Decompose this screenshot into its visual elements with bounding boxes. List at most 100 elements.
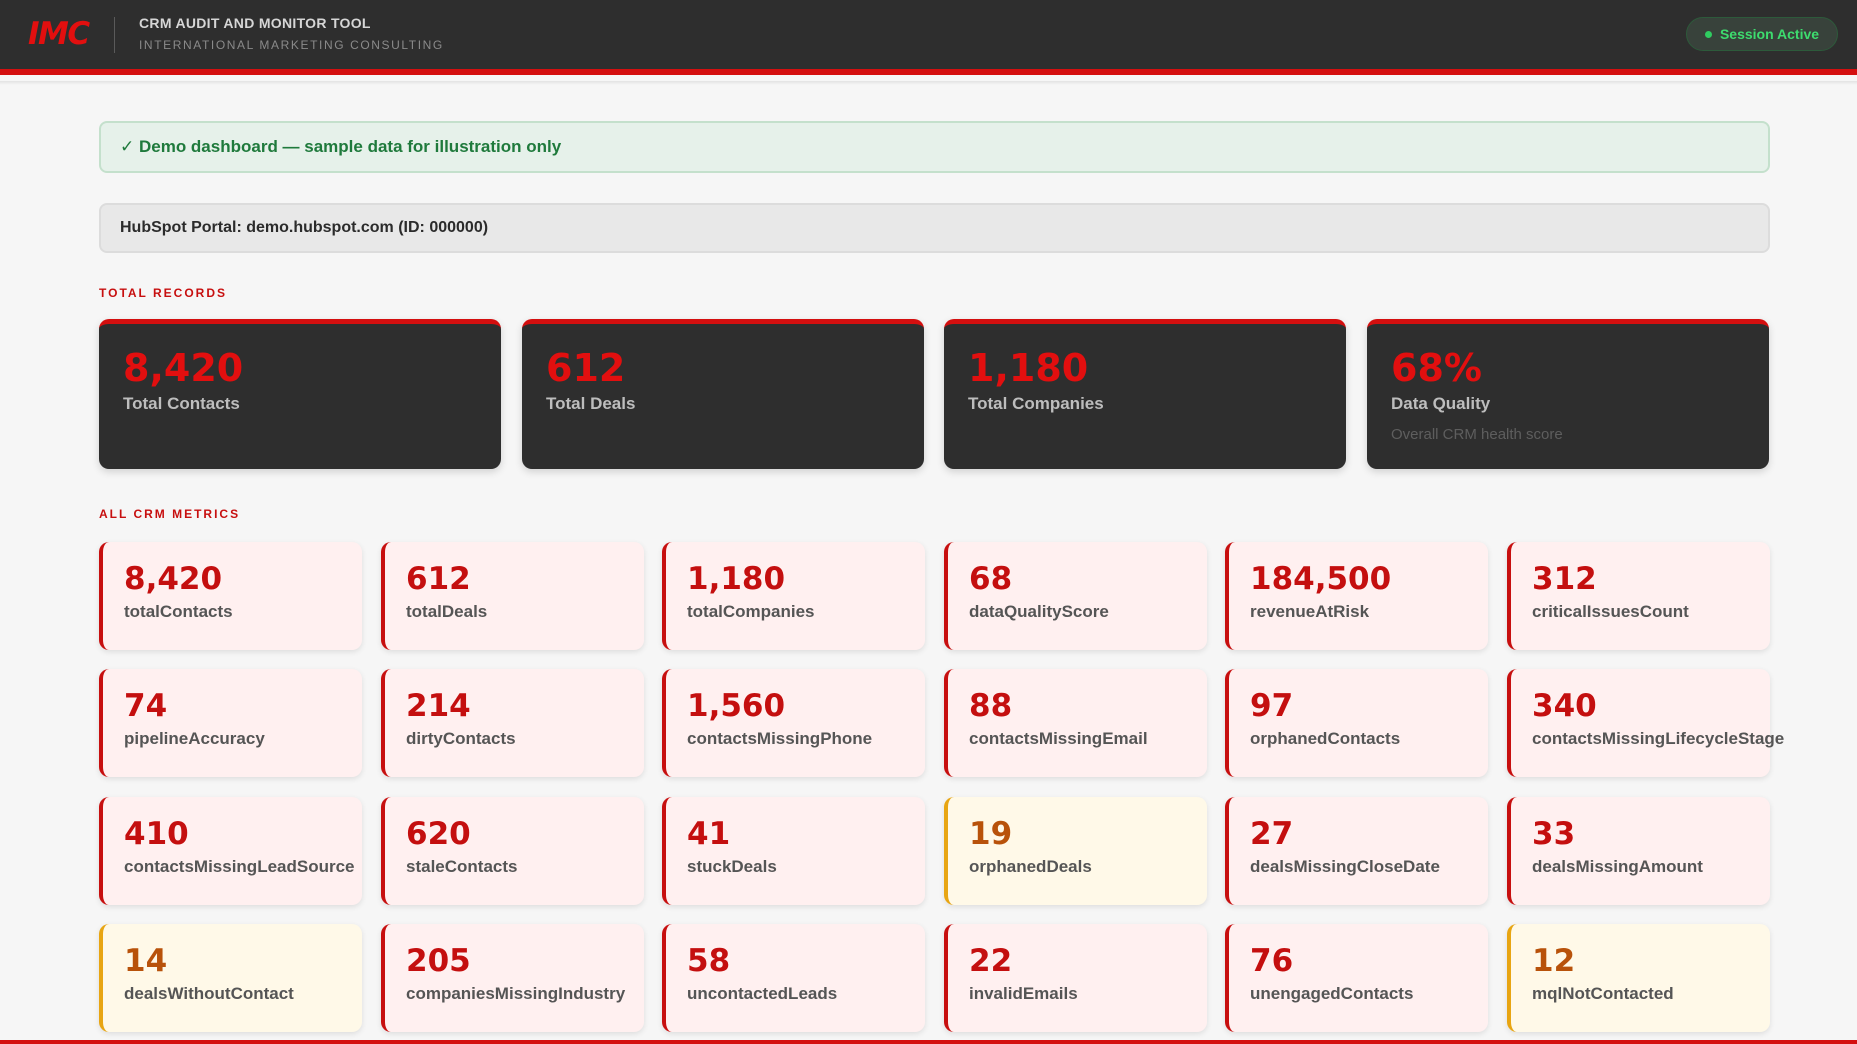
metric-label: pipelineAccuracy <box>124 729 265 748</box>
metric-label: companiesMissingIndustry <box>406 984 626 1003</box>
metric-card-dealsMissingAmount: 33 dealsMissingAmount <box>1507 797 1770 905</box>
metric-value: 76 <box>1250 943 1294 979</box>
metric-card-contactsMissingEmail: 88 contactsMissingEmail <box>944 669 1207 777</box>
metric-label: stuckDeals <box>687 857 777 876</box>
section-title-all-metrics: ALL CRM METRICS <box>99 507 241 521</box>
metric-label: contactsMissingLeadSource <box>124 857 355 876</box>
metric-card-mqlNotContacted: 12 mqlNotContacted <box>1507 924 1770 1032</box>
metric-value: 184,500 <box>1250 561 1392 597</box>
metric-card-criticalIssuesCount: 312 criticalIssuesCount <box>1507 542 1770 650</box>
summary-subtext: Overall CRM health score <box>1391 426 1563 443</box>
metric-card-orphanedDeals: 19 orphanedDeals <box>944 797 1207 905</box>
metric-value: 27 <box>1250 816 1294 852</box>
app-subtitle: INTERNATIONAL MARKETING CONSULTING <box>139 38 444 52</box>
metric-label: unengagedContacts <box>1250 984 1414 1003</box>
metric-label: mqlNotContacted <box>1532 984 1674 1003</box>
metric-label: criticalIssuesCount <box>1532 602 1689 621</box>
metric-value: 1,180 <box>687 561 786 597</box>
portal-label: HubSpot Portal: <box>120 219 247 236</box>
metric-value: 214 <box>406 688 471 724</box>
metric-card-uncontactedLeads: 58 uncontactedLeads <box>662 924 925 1032</box>
metric-label: dataQualityScore <box>969 602 1109 621</box>
metric-card-orphanedContacts: 97 orphanedContacts <box>1225 669 1488 777</box>
metric-card-dirtyContacts: 214 dirtyContacts <box>381 669 644 777</box>
metric-label: orphanedContacts <box>1250 729 1401 748</box>
metric-value: 12 <box>1532 943 1576 979</box>
metric-card-totalCompanies: 1,180 totalCompanies <box>662 542 925 650</box>
metric-label: uncontactedLeads <box>687 984 838 1003</box>
metric-value: 68 <box>969 561 1013 597</box>
metric-value: 620 <box>406 816 471 852</box>
metric-value: 19 <box>969 816 1013 852</box>
session-status-label: Session Active <box>1719 26 1820 42</box>
metric-label: totalContacts <box>124 602 233 621</box>
metric-value: 41 <box>687 816 731 852</box>
metric-label: totalDeals <box>406 602 488 621</box>
metric-label: invalidEmails <box>969 984 1078 1003</box>
summary-label: Total Companies <box>968 394 1104 413</box>
metric-label: dealsMissingAmount <box>1532 857 1703 876</box>
metric-value: 97 <box>1250 688 1294 724</box>
metric-value: 74 <box>124 688 168 724</box>
imc-logo: IMC <box>28 16 90 52</box>
metric-label: orphanedDeals <box>969 857 1092 876</box>
metric-value: 340 <box>1532 688 1597 724</box>
metric-card-contactsMissingLifecycleStage: 340 contactsMissingLifecycleStage <box>1507 669 1785 777</box>
portal-id: (ID: 000000) <box>393 219 489 236</box>
metric-card-totalDeals: 612 totalDeals <box>381 542 644 650</box>
top-bar: IMC CRM AUDIT AND MONITOR TOOL INTERNATI… <box>0 0 1857 75</box>
metric-card-totalContacts: 8,420 totalContacts <box>99 542 362 650</box>
metric-value: 8,420 <box>124 561 223 597</box>
session-status-badge: Session Active <box>1686 17 1838 51</box>
metric-value: 1,560 <box>687 688 786 724</box>
metric-value: 14 <box>124 943 168 979</box>
demo-notice-banner: ✓ Demo dashboard — sample data for illus… <box>99 121 1770 173</box>
summary-value: 1,180 <box>968 346 1089 390</box>
summary-card-contacts: 8,420 Total Contacts <box>99 319 501 469</box>
header-divider <box>114 17 115 53</box>
metric-label: staleContacts <box>406 857 518 876</box>
status-dot-icon <box>1704 30 1712 38</box>
summary-value: 612 <box>546 346 626 390</box>
summary-card-data-quality: 68% Data Quality Overall CRM health scor… <box>1367 319 1769 469</box>
metric-value: 88 <box>969 688 1013 724</box>
metric-card-dataQualityScore: 68 dataQualityScore <box>944 542 1207 650</box>
metric-label: dealsMissingCloseDate <box>1250 857 1440 876</box>
header-shadow <box>0 81 1857 85</box>
app-title: CRM AUDIT AND MONITOR TOOL <box>139 15 371 31</box>
metric-value: 22 <box>969 943 1013 979</box>
metric-label: contactsMissingPhone <box>687 729 873 748</box>
summary-label: Total Contacts <box>123 394 240 413</box>
summary-value: 68% <box>1391 346 1482 390</box>
metric-label: dirtyContacts <box>406 729 516 748</box>
summary-card-companies: 1,180 Total Companies <box>944 319 1346 469</box>
metric-card-dealsWithoutContact: 14 dealsWithoutContact <box>99 924 362 1032</box>
metric-card-companiesMissingIndustry: 205 companiesMissingIndustry <box>381 924 644 1032</box>
metric-label: contactsMissingEmail <box>969 729 1148 748</box>
bottom-accent-bar <box>0 1040 1857 1044</box>
metric-card-staleContacts: 620 staleContacts <box>381 797 644 905</box>
metric-card-stuckDeals: 41 stuckDeals <box>662 797 925 905</box>
section-title-total-records: TOTAL RECORDS <box>99 286 228 300</box>
metric-value: 410 <box>124 816 189 852</box>
metric-card-unengagedContacts: 76 unengagedContacts <box>1225 924 1488 1032</box>
metric-label: contactsMissingLifecycleStage <box>1532 729 1785 748</box>
metric-value: 612 <box>406 561 471 597</box>
metric-label: revenueAtRisk <box>1250 602 1370 621</box>
metric-label: dealsWithoutContact <box>124 984 294 1003</box>
hubspot-portal-info: HubSpot Portal: demo.hubspot.com (ID: 00… <box>99 203 1770 253</box>
summary-label: Total Deals <box>546 394 636 413</box>
metric-card-dealsMissingCloseDate: 27 dealsMissingCloseDate <box>1225 797 1488 905</box>
metric-label: totalCompanies <box>687 602 815 621</box>
summary-card-deals: 612 Total Deals <box>522 319 924 469</box>
metric-card-contactsMissingLeadSource: 410 contactsMissingLeadSource <box>99 797 362 905</box>
metric-card-revenueAtRisk: 184,500 revenueAtRisk <box>1225 542 1488 650</box>
portal-domain: demo.hubspot.com <box>246 219 394 236</box>
metric-card-invalidEmails: 22 invalidEmails <box>944 924 1207 1032</box>
metric-card-contactsMissingPhone: 1,560 contactsMissingPhone <box>662 669 925 777</box>
summary-label: Data Quality <box>1391 394 1491 413</box>
metric-value: 58 <box>687 943 731 979</box>
metric-value: 33 <box>1532 816 1576 852</box>
metric-card-pipelineAccuracy: 74 pipelineAccuracy <box>99 669 362 777</box>
metric-value: 205 <box>406 943 471 979</box>
